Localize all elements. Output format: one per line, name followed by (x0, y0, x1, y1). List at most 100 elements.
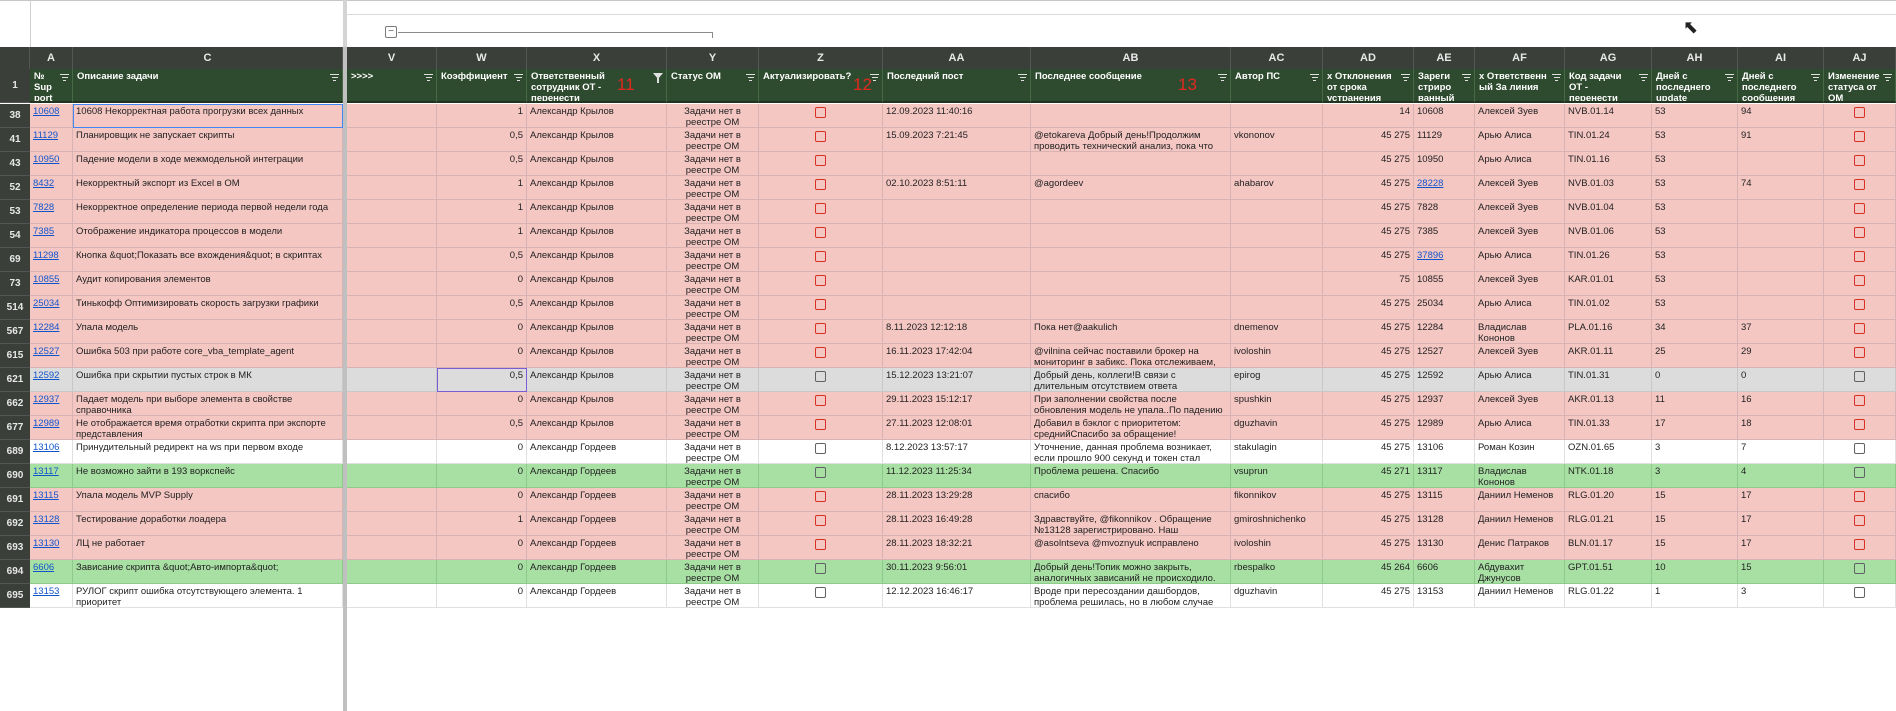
checkbox-icon[interactable] (815, 203, 826, 214)
checkbox-icon[interactable] (1854, 395, 1865, 406)
support-id-link[interactable]: 13130 (30, 536, 73, 560)
filter-icon[interactable] (1725, 74, 1734, 81)
status-change-checkbox[interactable] (1824, 344, 1896, 368)
status-change-checkbox[interactable] (1824, 584, 1896, 608)
support-id-link[interactable]: 13115 (30, 488, 73, 512)
column-header-ac[interactable]: AC (1231, 47, 1323, 69)
collapse-group-button[interactable]: − (385, 26, 397, 38)
actualize-checkbox[interactable] (759, 392, 883, 416)
checkbox-icon[interactable] (815, 587, 826, 598)
status-change-checkbox[interactable] (1824, 272, 1896, 296)
checkbox-icon[interactable] (815, 107, 826, 118)
registered-cell[interactable]: 28228 (1414, 176, 1475, 200)
actualize-checkbox[interactable] (759, 416, 883, 440)
row-number[interactable]: 38 (0, 104, 30, 128)
checkbox-icon[interactable] (1854, 419, 1865, 430)
checkbox-icon[interactable] (1854, 371, 1865, 382)
status-change-checkbox[interactable] (1824, 128, 1896, 152)
status-change-checkbox[interactable] (1824, 224, 1896, 248)
row-number[interactable]: 43 (0, 152, 30, 176)
header-cell-v[interactable]: >>>> (347, 69, 437, 103)
support-id-link[interactable]: 7828 (30, 200, 73, 224)
select-all-corner[interactable] (0, 47, 30, 69)
actualize-checkbox[interactable] (759, 464, 883, 488)
checkbox-icon[interactable] (1854, 251, 1865, 262)
column-header-w[interactable]: W (437, 47, 527, 69)
support-id-link[interactable]: 10608 (30, 104, 73, 128)
column-header-af[interactable]: AF (1475, 47, 1565, 69)
column-header-ab[interactable]: AB (1031, 47, 1231, 69)
header-cell-x[interactable]: Ответственный сотрудник ОТ - перенести (527, 69, 667, 103)
filter-icon[interactable] (60, 74, 69, 81)
status-change-checkbox[interactable] (1824, 416, 1896, 440)
checkbox-icon[interactable] (1854, 131, 1865, 142)
row-number[interactable]: 662 (0, 392, 30, 416)
filter-icon[interactable] (1639, 74, 1648, 81)
filter-icon[interactable] (1018, 74, 1027, 81)
column-header-c[interactable]: C (73, 47, 343, 69)
header-cell-aj[interactable]: Изменение статуса от ОМ (1824, 69, 1896, 103)
column-header-aj[interactable]: AJ (1824, 47, 1896, 69)
checkbox-icon[interactable] (815, 347, 826, 358)
row-number[interactable]: 689 (0, 440, 30, 464)
header-cell-w[interactable]: Коэффициент (437, 69, 527, 103)
actualize-checkbox[interactable] (759, 224, 883, 248)
support-id-link[interactable]: 10950 (30, 152, 73, 176)
header-cell-c[interactable]: Описание задачи (73, 69, 343, 103)
column-header-y[interactable]: Y (667, 47, 759, 69)
checkbox-icon[interactable] (815, 155, 826, 166)
filter-icon[interactable] (1552, 74, 1561, 81)
status-change-checkbox[interactable] (1824, 560, 1896, 584)
row-number[interactable]: 621 (0, 368, 30, 392)
header-cell-aa[interactable]: Последний пост (883, 69, 1031, 103)
actualize-checkbox[interactable] (759, 200, 883, 224)
actualize-checkbox[interactable] (759, 248, 883, 272)
checkbox-icon[interactable] (1854, 155, 1865, 166)
filter-icon[interactable] (1883, 74, 1892, 81)
actualize-checkbox[interactable] (759, 440, 883, 464)
checkbox-icon[interactable] (815, 323, 826, 334)
filter-active-icon[interactable] (653, 73, 663, 83)
column-header-ag[interactable]: AG (1565, 47, 1652, 69)
support-id-link[interactable]: 13106 (30, 440, 73, 464)
checkbox-icon[interactable] (815, 491, 826, 502)
status-change-checkbox[interactable] (1824, 152, 1896, 176)
row-number[interactable]: 41 (0, 128, 30, 152)
checkbox-icon[interactable] (1854, 491, 1865, 502)
support-id-link[interactable]: 25034 (30, 296, 73, 320)
status-change-checkbox[interactable] (1824, 392, 1896, 416)
actualize-checkbox[interactable] (759, 344, 883, 368)
registered-cell[interactable]: 37896 (1414, 248, 1475, 272)
header-cell-ai[interactable]: Дней с последнего сообщения (1738, 69, 1824, 103)
checkbox-icon[interactable] (1854, 347, 1865, 358)
checkbox-icon[interactable] (815, 419, 826, 430)
row-number[interactable]: 691 (0, 488, 30, 512)
header-cell-ac[interactable]: Автор ПС (1231, 69, 1323, 103)
filter-icon[interactable] (424, 74, 433, 81)
status-change-checkbox[interactable] (1824, 368, 1896, 392)
row-number[interactable]: 693 (0, 536, 30, 560)
checkbox-icon[interactable] (1854, 299, 1865, 310)
support-id-link[interactable]: 13128 (30, 512, 73, 536)
row-number[interactable]: 567 (0, 320, 30, 344)
checkbox-icon[interactable] (1854, 179, 1865, 190)
checkbox-icon[interactable] (815, 131, 826, 142)
support-id-link[interactable]: 13153 (30, 584, 73, 608)
checkbox-icon[interactable] (1854, 467, 1865, 478)
checkbox-icon[interactable] (1854, 227, 1865, 238)
checkbox-icon[interactable] (1854, 203, 1865, 214)
actualize-checkbox[interactable] (759, 128, 883, 152)
support-id-link[interactable]: 12937 (30, 392, 73, 416)
column-header-ah[interactable]: AH (1652, 47, 1738, 69)
filter-icon[interactable] (1401, 74, 1410, 81)
frozen-columns-divider[interactable] (343, 47, 347, 711)
column-header-a[interactable]: A (30, 47, 73, 69)
actualize-checkbox[interactable] (759, 320, 883, 344)
support-id-link[interactable]: 7385 (30, 224, 73, 248)
column-header-x[interactable]: X (527, 47, 667, 69)
row-number[interactable]: 690 (0, 464, 30, 488)
row-number[interactable]: 615 (0, 344, 30, 368)
checkbox-icon[interactable] (815, 371, 826, 382)
row-number-header[interactable]: 1 (0, 69, 30, 103)
column-header-v[interactable]: V (347, 47, 437, 69)
